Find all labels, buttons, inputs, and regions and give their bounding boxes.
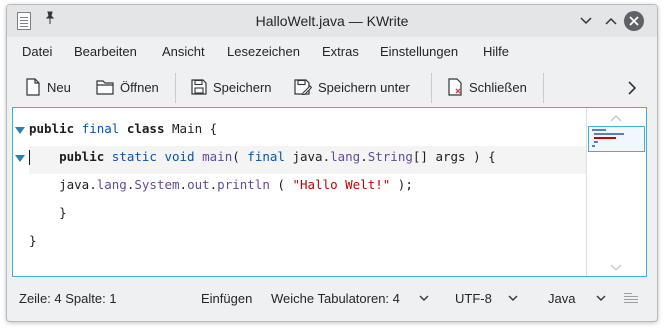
- input-mode[interactable]: Einfügen: [201, 291, 252, 306]
- cursor-position[interactable]: Zeile: 4 Spalte: 1: [19, 291, 117, 306]
- save-as-label: Speichern unter: [318, 79, 410, 95]
- toolbar-separator: [175, 73, 176, 103]
- fold-arrow-icon[interactable]: [15, 127, 25, 134]
- maximize-button[interactable]: [601, 11, 621, 31]
- menu-ansicht[interactable]: Ansicht: [162, 44, 205, 59]
- close-icon: [629, 16, 639, 26]
- save-as-icon: [294, 79, 312, 95]
- encoding-dropdown[interactable]: UTF-8: [455, 291, 492, 306]
- menu-hilfe[interactable]: Hilfe: [483, 44, 509, 59]
- code-line: }: [29, 205, 67, 220]
- folding-markers: [13, 108, 27, 276]
- chevron-down-icon[interactable]: [596, 294, 606, 302]
- menu-bearbeiten[interactable]: Bearbeiten: [74, 44, 137, 59]
- minimap-viewport[interactable]: [588, 126, 645, 152]
- new-document-icon: [26, 78, 40, 96]
- language-dropdown[interactable]: Java: [548, 291, 575, 306]
- toolbar-separator: [543, 73, 544, 103]
- save-icon: [191, 79, 207, 95]
- scroll-down-icon[interactable]: [610, 264, 622, 272]
- code-line-current: public static void main( final java.lang…: [29, 146, 588, 174]
- text-editor[interactable]: public final class Main { public static …: [12, 107, 647, 277]
- chevron-down-icon: [580, 17, 592, 25]
- tab-settings-dropdown[interactable]: Weiche Tabulatoren: 4: [271, 291, 400, 306]
- open-label: Öffnen: [120, 79, 159, 95]
- menu-bar: Datei Bearbeiten Ansicht Lesezeichen Ext…: [7, 39, 657, 65]
- save-as-button[interactable]: Speichern unter: [290, 73, 414, 101]
- close-document-label: Schließen: [469, 79, 527, 95]
- word-wrap-icon[interactable]: [624, 293, 638, 305]
- chevron-down-icon[interactable]: [419, 294, 429, 302]
- chevron-down-icon[interactable]: [508, 294, 518, 302]
- scroll-up-icon[interactable]: [610, 114, 622, 122]
- menu-datei[interactable]: Datei: [22, 44, 52, 59]
- new-label: Neu: [47, 79, 71, 95]
- main-toolbar: Neu Öffnen Speichern Speichern unter Sch…: [7, 67, 657, 105]
- fold-arrow-icon[interactable]: [15, 155, 25, 162]
- new-button[interactable]: Neu: [21, 73, 75, 101]
- chevron-right-icon[interactable]: [625, 79, 639, 97]
- save-label: Speichern: [213, 79, 272, 95]
- minimap-scrollbar[interactable]: [586, 108, 646, 276]
- code-line: java.lang.System.out.println ( "Hallo We…: [29, 177, 413, 192]
- close-document-icon: [448, 78, 462, 96]
- folder-open-icon: [96, 80, 114, 95]
- menu-extras[interactable]: Extras: [322, 44, 359, 59]
- code-area[interactable]: public final class Main { public static …: [29, 118, 588, 258]
- code-line: public final class Main {: [29, 121, 218, 136]
- code-line: }: [29, 233, 37, 248]
- menu-lesezeichen[interactable]: Lesezeichen: [227, 44, 300, 59]
- close-button[interactable]: [624, 11, 644, 31]
- kwrite-window: HalloWelt.java — KWrite Datei Bearbeiten…: [6, 4, 658, 322]
- toolbar-separator: [431, 73, 432, 103]
- close-document-button[interactable]: Schließen: [443, 73, 531, 101]
- menu-einstellungen[interactable]: Einstellungen: [380, 44, 458, 59]
- title-bar[interactable]: HalloWelt.java — KWrite: [7, 5, 657, 37]
- save-button[interactable]: Speichern: [187, 73, 276, 101]
- status-bar: Zeile: 4 Spalte: 1 Einfügen Weiche Tabul…: [7, 285, 657, 315]
- minimize-button[interactable]: [576, 11, 596, 31]
- text-cursor: [29, 150, 30, 165]
- open-button[interactable]: Öffnen: [92, 73, 163, 101]
- chevron-up-icon: [605, 17, 617, 25]
- window-title: HalloWelt.java — KWrite: [255, 13, 409, 29]
